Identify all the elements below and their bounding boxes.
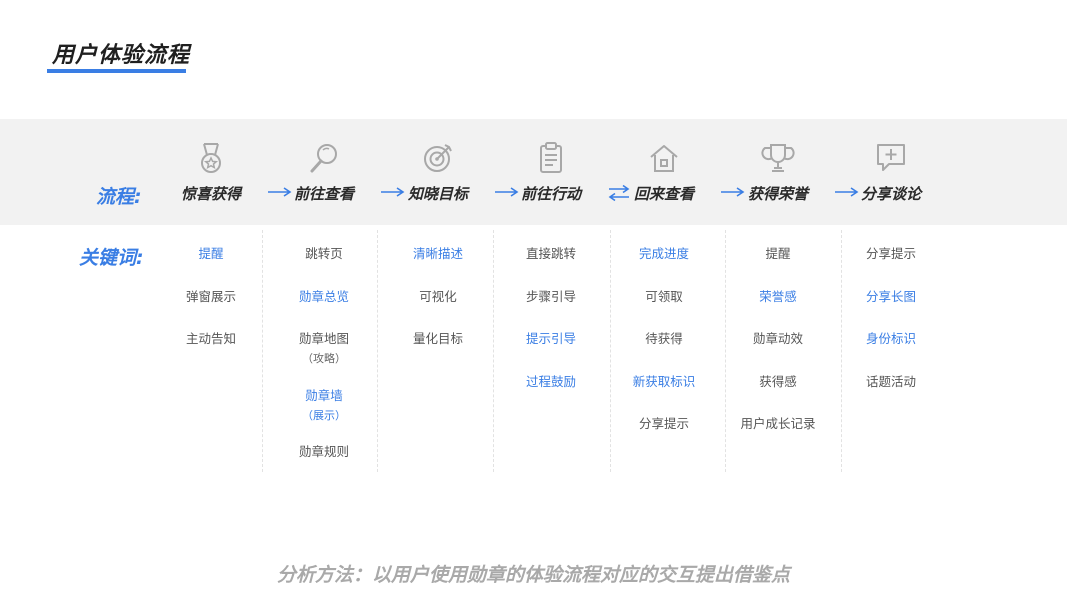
keywords-label: 关键词: <box>79 247 144 269</box>
column-divider <box>262 230 263 472</box>
keyword-item: 新获取标识 <box>632 373 696 389</box>
column-divider <box>841 230 842 472</box>
keyword-item: 提醒 <box>765 246 791 261</box>
magnifier-icon <box>306 140 342 176</box>
keyword-item: 提醒 <box>198 246 224 261</box>
keyword-item: 勋章地图 <box>298 331 349 346</box>
flow-step: 惊喜获得 <box>180 185 241 203</box>
column-divider <box>493 230 494 472</box>
keyword-item: 清晰描述 <box>412 246 463 261</box>
keyword-item: 身份标识 <box>865 331 916 346</box>
flow-label: 流程: <box>96 186 142 208</box>
keyword-item: 获得感 <box>759 373 797 389</box>
page-title: 用户体验流程 <box>52 43 191 68</box>
column-divider <box>725 230 726 472</box>
keyword-item: 完成进度 <box>638 246 689 261</box>
clipboard-icon <box>533 140 569 176</box>
keyword-item: 提示引导 <box>525 331 576 346</box>
column-divider <box>610 230 611 472</box>
trophy-icon <box>760 140 796 176</box>
target-icon <box>420 140 456 176</box>
arrow-right-icon <box>266 185 292 199</box>
keyword-item: 勋章墙 <box>305 387 343 403</box>
keyword-item: 话题活动 <box>865 373 916 389</box>
keyword-note: （攻略） <box>302 352 346 365</box>
keyword-item: 跳转页 <box>305 246 343 261</box>
keyword-item: 可领取 <box>645 288 683 304</box>
arrow-right-icon <box>833 185 859 199</box>
keyword-item: 勋章规则 <box>298 444 349 459</box>
home-icon <box>646 140 682 176</box>
keyword-item: 勋章动效 <box>752 331 803 346</box>
keyword-item: 待获得 <box>645 331 683 346</box>
keyword-item: 勋章总览 <box>298 288 349 304</box>
arrow-right-icon <box>719 185 745 199</box>
keyword-item: 过程鼓励 <box>525 373 576 389</box>
arrow-right-icon <box>379 185 405 199</box>
keyword-note: （展示） <box>302 408 346 422</box>
title-underline <box>47 69 186 73</box>
keyword-item: 用户成长记录 <box>740 416 816 431</box>
keyword-item: 可视化 <box>419 288 457 304</box>
keyword-item: 量化目标 <box>412 331 463 346</box>
medal-icon <box>193 140 229 176</box>
keyword-item: 分享提示 <box>865 246 916 261</box>
keyword-item: 主动告知 <box>185 331 236 346</box>
keyword-item: 直接跳转 <box>525 246 576 261</box>
arrow-right-icon <box>493 185 519 199</box>
chat-plus-icon <box>873 140 909 176</box>
footer-note: 分析方法：以用户使用勋章的体验流程对应的交互提出借鉴点 <box>276 564 790 586</box>
keyword-item: 分享提示 <box>638 416 689 431</box>
keyword-item: 步骤引导 <box>525 288 576 304</box>
keyword-item: 荣誉感 <box>759 288 797 304</box>
keyword-item: 弹窗展示 <box>185 288 236 304</box>
bidirectional-arrow-icon <box>607 183 631 203</box>
keyword-item: 分享长图 <box>865 288 916 304</box>
